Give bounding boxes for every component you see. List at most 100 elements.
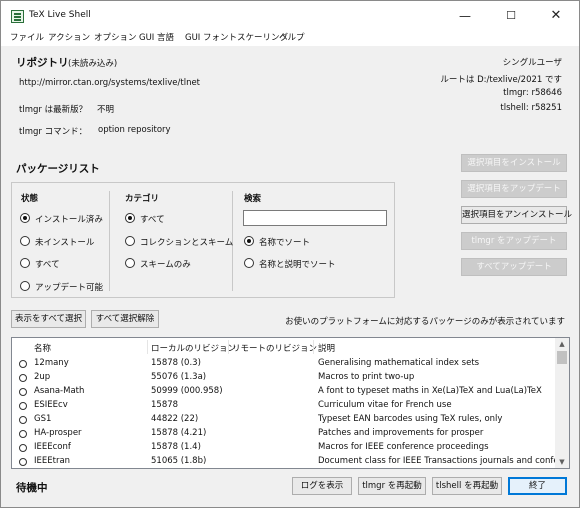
title-bar: TeX Live Shell — ☐ ✕ (1, 1, 579, 31)
tlmgr-command-value: option repository (98, 125, 171, 135)
table-row[interactable]: ESIEEcv 15878 Curriculum vitae for Frenc… (12, 399, 555, 413)
menu-gui-font-scaling[interactable]: GUI フォントスケーリング (185, 31, 288, 46)
row-select-toggle[interactable] (19, 402, 27, 410)
table-row[interactable]: GS1 44822 (22) Typeset EAN barcodes usin… (12, 413, 555, 427)
maximize-button[interactable]: ☐ (488, 1, 534, 31)
scroll-down-icon[interactable]: ▼ (555, 456, 569, 468)
package-description: Macros for IEEE conference proceedings (318, 442, 489, 452)
quit-button[interactable]: 終了 (508, 477, 567, 495)
row-select-toggle[interactable] (19, 360, 27, 368)
install-selected-button[interactable]: 選択項目をインストール (461, 154, 567, 172)
local-revision: 51065 (1.8b) (151, 456, 207, 466)
vertical-scrollbar[interactable]: ▲ ▼ (555, 338, 569, 468)
status-updatable-radio[interactable] (20, 281, 30, 291)
category-schemes-radio[interactable] (125, 258, 135, 268)
sort-by-name-desc-label[interactable]: 名称と説明でソート (259, 258, 336, 270)
category-all-radio[interactable] (125, 213, 135, 223)
table-row[interactable]: HA-prosper 15878 (4.21) Patches and impr… (12, 427, 555, 441)
local-revision: 50999 (000.958) (151, 386, 223, 396)
menu-action[interactable]: アクション (48, 31, 90, 46)
row-select-toggle[interactable] (19, 374, 27, 382)
column-separator (313, 340, 314, 354)
package-name: Asana-Math (34, 386, 85, 396)
column-local-revision[interactable]: ローカルのリビジョン (151, 342, 236, 354)
window-title: TeX Live Shell (29, 10, 91, 20)
user-mode: シングルユーザ (502, 58, 562, 68)
show-log-button[interactable]: ログを表示 (292, 477, 352, 495)
tlmgr-latest-value: 不明 (97, 105, 115, 115)
repository-url: http://mirror.ctan.org/systems/texlive/t… (19, 78, 201, 88)
tlmgr-latest-label: tlmgr は最新版？ (19, 105, 88, 115)
category-collections-radio[interactable] (125, 236, 135, 246)
package-name: IEEEconf (34, 442, 71, 452)
menu-gui-language[interactable]: GUI 言語 (139, 31, 174, 46)
deselect-all-button[interactable]: すべて選択解除 (91, 310, 159, 328)
column-remote-revision[interactable]: リモートのリビジョン (232, 342, 317, 354)
select-all-shown-button[interactable]: 表示をすべて選択 (11, 310, 86, 328)
category-collections-label[interactable]: コレクションとスキーム (140, 236, 233, 248)
menu-file[interactable]: ファイル (10, 31, 44, 46)
package-name: 2up (34, 372, 51, 382)
package-name: ESIEEcv (34, 400, 68, 410)
close-button[interactable]: ✕ (533, 1, 579, 31)
package-list-title: パッケージリスト (16, 163, 100, 175)
local-revision: 15878 (4.21) (151, 428, 207, 438)
restart-tlmgr-button[interactable]: tlmgr を再起動 (358, 477, 426, 495)
status-all-label[interactable]: すべて (35, 258, 60, 270)
table-row[interactable]: IEEEconf 15878 (1.4) Macros for IEEE con… (12, 441, 555, 455)
local-revision: 44822 (22) (151, 414, 199, 424)
package-name: 12many (34, 358, 69, 368)
status-updatable-label[interactable]: アップデート可能 (35, 281, 103, 293)
category-all-label[interactable]: すべて (140, 213, 165, 225)
column-name[interactable]: 名称 (34, 342, 51, 354)
package-name: GS1 (34, 414, 52, 424)
table-row[interactable]: Asana-Math 50999 (000.958) A font to typ… (12, 385, 555, 399)
update-tlmgr-button[interactable]: tlmgr をアップデート (461, 232, 567, 250)
row-select-toggle[interactable] (19, 430, 27, 438)
package-name: HA-prosper (34, 428, 82, 438)
row-select-toggle[interactable] (19, 458, 27, 466)
table-row[interactable]: 12many 15878 (0.3) Generalising mathemat… (12, 357, 555, 371)
table-row[interactable]: IEEEtran 51065 (1.8b) Document class for… (12, 455, 559, 468)
package-description: A font to typeset maths in Xe(La)TeX and… (318, 386, 542, 396)
uninstall-selected-button[interactable]: 選択項目をアンインストール (461, 206, 572, 224)
sort-by-name-label[interactable]: 名称でソート (259, 236, 310, 248)
restart-tlshell-button[interactable]: tlshell を再起動 (432, 477, 502, 495)
package-description: Typeset EAN barcodes using TeX rules, on… (318, 414, 503, 424)
scroll-up-icon[interactable]: ▲ (555, 338, 569, 350)
row-select-toggle[interactable] (19, 416, 27, 424)
scroll-thumb[interactable] (557, 351, 567, 364)
minimize-button[interactable]: — (442, 1, 488, 31)
update-all-button[interactable]: すべてアップデート (461, 258, 567, 276)
status-text: 待機中 (16, 482, 48, 494)
category-group-title: カテゴリ (125, 194, 160, 204)
category-schemes-label[interactable]: スキームのみ (140, 258, 191, 270)
package-description: Macros to print two-up (318, 372, 415, 382)
package-description: Generalising mathematical index sets (318, 358, 480, 368)
update-selected-button[interactable]: 選択項目をアップデート (461, 180, 567, 198)
row-select-toggle[interactable] (19, 444, 27, 452)
menu-help[interactable]: ヘルプ (279, 31, 305, 46)
column-separator (147, 340, 148, 354)
app-icon (11, 10, 24, 23)
status-installed-radio[interactable] (20, 213, 30, 223)
tlmgr-command-label: tlmgr コマンド： (19, 127, 88, 137)
sort-by-name-radio[interactable] (244, 236, 254, 246)
status-all-radio[interactable] (20, 258, 30, 268)
sort-by-name-desc-radio[interactable] (244, 258, 254, 268)
row-select-toggle[interactable] (19, 388, 27, 396)
status-not-installed-label[interactable]: 未インストール (35, 236, 94, 248)
table-row[interactable]: 2up 55076 (1.3a) Macros to print two-up (12, 371, 555, 385)
search-input[interactable] (243, 210, 387, 226)
column-separator (228, 340, 229, 354)
package-description: Patches and improvements for prosper (318, 428, 484, 438)
menu-options[interactable]: オプション (94, 31, 137, 46)
platform-note: お使いのプラットフォームに対応するパッケージのみが表示されています (285, 317, 565, 327)
column-description[interactable]: 説明 (318, 342, 335, 354)
package-description: Document class for IEEE Transactions jou… (318, 456, 559, 466)
status-installed-label[interactable]: インストール済み (35, 213, 103, 225)
repository-title: リポジトリ (16, 57, 69, 69)
filter-divider (109, 191, 110, 291)
package-list[interactable]: 名称 ローカルのリビジョン リモートのリビジョン 説明 12many 15878… (11, 337, 570, 469)
status-not-installed-radio[interactable] (20, 236, 30, 246)
